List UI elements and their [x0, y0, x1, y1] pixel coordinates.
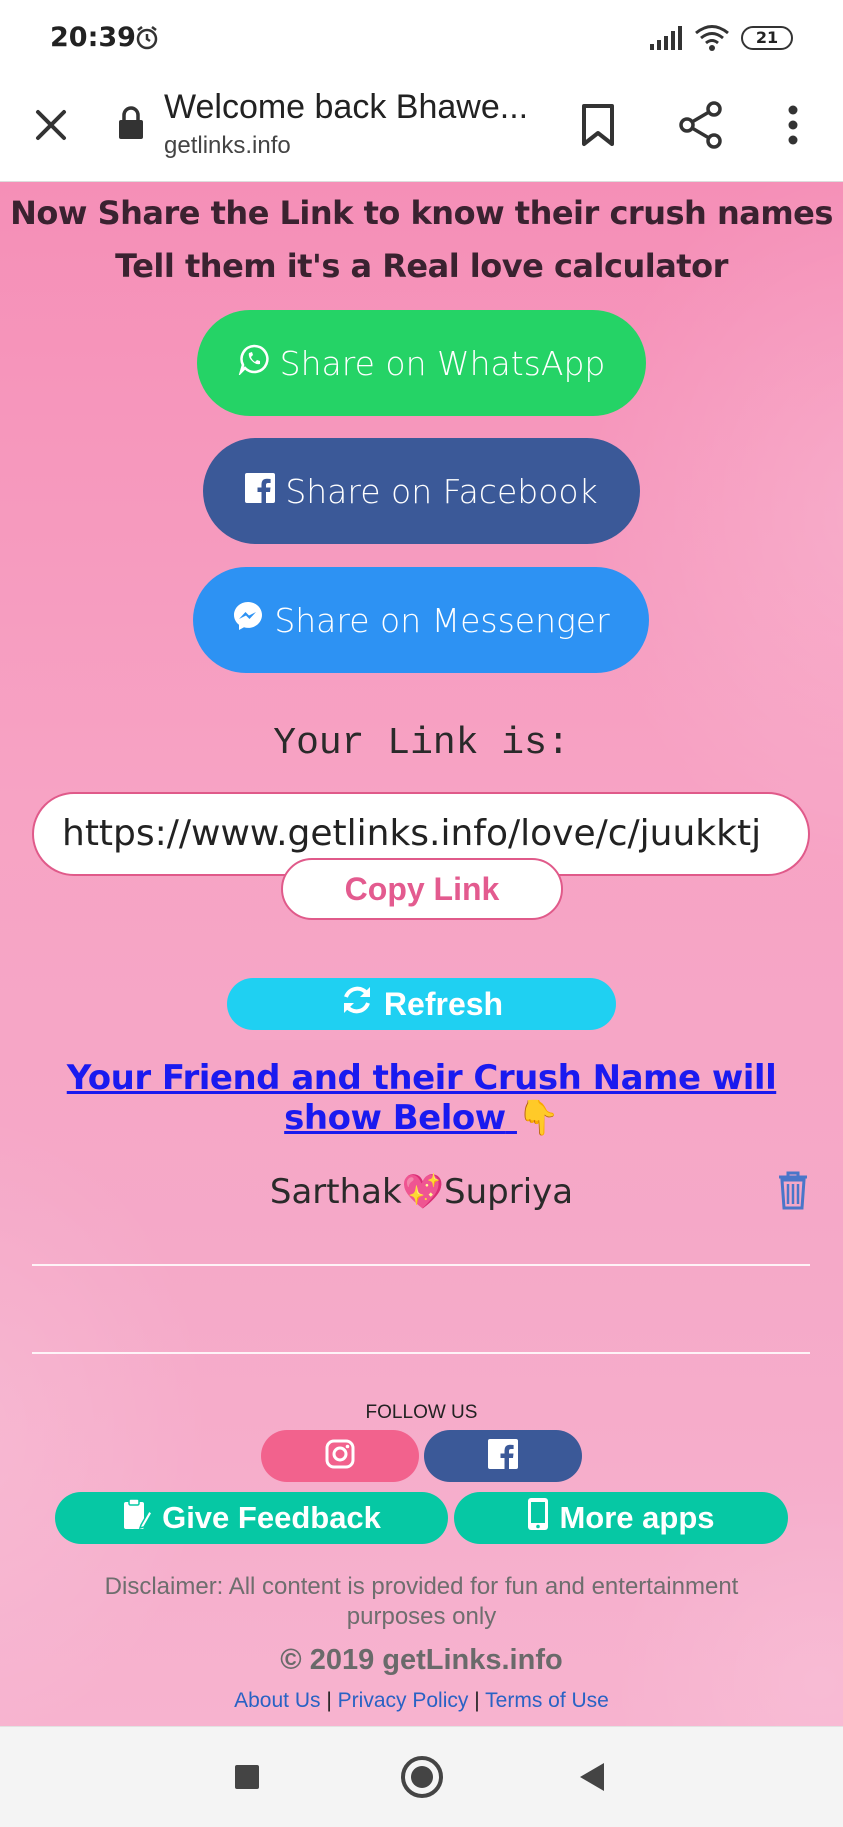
- clipboard-icon: [122, 1497, 154, 1539]
- refresh-button[interactable]: Refresh: [227, 978, 616, 1030]
- share-whatsapp-button[interactable]: Share on WhatsApp: [197, 310, 646, 416]
- mobile-icon: [527, 1497, 549, 1539]
- share-icon[interactable]: [678, 100, 724, 155]
- refresh-label: Refresh: [383, 985, 504, 1022]
- share-whatsapp-label: Share on WhatsApp: [279, 343, 606, 383]
- pointing-down-icon: 👇: [516, 1098, 559, 1138]
- page-content: Now Share the Link to know their crush n…: [0, 182, 843, 1726]
- give-feedback-button[interactable]: Give Feedback: [55, 1492, 448, 1544]
- signal-icon: [650, 26, 684, 55]
- facebook-follow-button[interactable]: [424, 1430, 582, 1482]
- crush-name: Supriya: [444, 1172, 574, 1212]
- privacy-policy-link[interactable]: Privacy Policy: [338, 1689, 469, 1712]
- trash-icon[interactable]: [777, 1170, 809, 1215]
- share-messenger-label: Share on Messenger: [274, 600, 610, 640]
- whatsapp-icon: [238, 343, 270, 383]
- recents-button[interactable]: [235, 1765, 259, 1789]
- instagram-icon: [325, 1439, 355, 1474]
- copy-link-button[interactable]: Copy Link: [281, 858, 563, 920]
- share-messenger-button[interactable]: Share on Messenger: [193, 567, 649, 673]
- crush-entry: Sarthak💖Supriya: [0, 1172, 843, 1212]
- divider: [32, 1264, 810, 1266]
- back-button[interactable]: [580, 1763, 604, 1791]
- bookmark-icon[interactable]: [578, 102, 618, 153]
- terms-of-use-link[interactable]: Terms of Use: [485, 1689, 609, 1712]
- link-separator: |: [474, 1689, 480, 1712]
- give-feedback-label: Give Feedback: [162, 1500, 381, 1535]
- home-button[interactable]: [401, 1756, 443, 1798]
- share-facebook-button[interactable]: Share on Facebook: [203, 438, 640, 544]
- divider: [32, 1352, 810, 1354]
- copyright: © 2019 getLinks.info: [280, 1644, 563, 1676]
- share-subheading: Tell them it's a Real love calculator: [115, 247, 728, 285]
- link-separator: |: [326, 1689, 332, 1712]
- instagram-button[interactable]: [261, 1430, 419, 1482]
- close-icon[interactable]: [30, 104, 72, 146]
- more-apps-button[interactable]: More apps: [454, 1492, 788, 1544]
- browser-toolbar: Welcome back Bhawe... getlinks.info: [0, 78, 843, 182]
- battery-indicator: 21: [741, 26, 793, 50]
- disclaimer: Disclaimer: All content is provided for …: [104, 1573, 739, 1630]
- wifi-icon: [694, 24, 730, 57]
- facebook-icon: [245, 472, 276, 511]
- follow-us-label: FOLLOW US: [365, 1402, 478, 1423]
- more-apps-label: More apps: [559, 1500, 715, 1535]
- crush-list-heading[interactable]: Your Friend and their Crush Name will sh…: [40, 1058, 803, 1138]
- about-us-link[interactable]: About Us: [234, 1689, 320, 1712]
- sparkling-heart-icon: 💖: [401, 1172, 445, 1212]
- friend-name: Sarthak: [269, 1172, 402, 1212]
- share-facebook-label: Share on Facebook: [285, 471, 598, 511]
- alarm-icon: [133, 24, 161, 57]
- facebook-icon: [488, 1438, 518, 1474]
- page-title: Welcome back Bhawe...: [164, 88, 529, 126]
- refresh-icon: [340, 983, 374, 1025]
- messenger-icon: [232, 600, 264, 640]
- lock-icon: [118, 106, 144, 145]
- status-time: 20:39: [50, 22, 136, 53]
- share-heading: Now Share the Link to know their crush n…: [10, 194, 833, 232]
- crush-heading-text: Your Friend and their Crush Name will sh…: [66, 1058, 777, 1138]
- status-bar: 20:39 21: [0, 0, 843, 78]
- page-url[interactable]: getlinks.info: [164, 132, 291, 160]
- system-nav-bar: [0, 1726, 843, 1827]
- footer-links: About Us | Privacy Policy | Terms of Use: [0, 1689, 843, 1713]
- your-link-label: Your Link is:: [273, 722, 570, 765]
- more-vert-icon[interactable]: [776, 100, 810, 155]
